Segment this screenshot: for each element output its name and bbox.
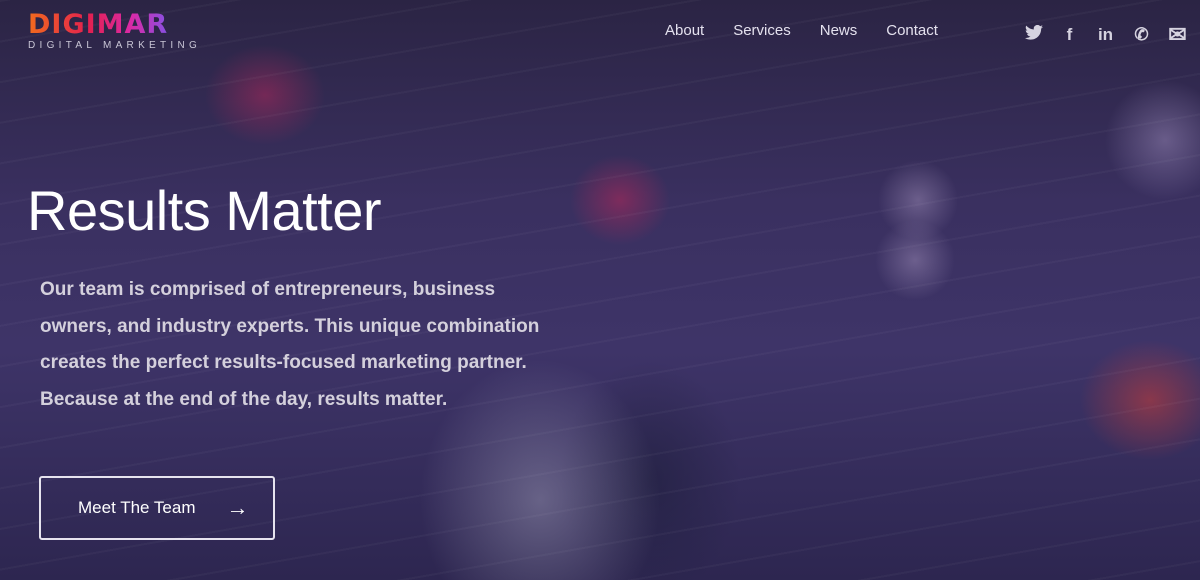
logo-name: DIGIMAR <box>28 11 201 39</box>
nav-about[interactable]: About <box>665 22 704 39</box>
nav-contact[interactable]: Contact <box>886 22 938 39</box>
linkedin-icon[interactable]: in <box>1096 25 1115 45</box>
envelope-icon[interactable]: ✉ <box>1168 22 1187 48</box>
button-label: Meet The Team <box>78 498 196 517</box>
meet-the-team-button[interactable]: Meet The Team → <box>39 476 275 540</box>
hero-text: Our team is comprised of entrepreneurs, … <box>40 279 540 410</box>
hero-section: DIGIMAR DIGITAL MARKETING About Services… <box>0 0 1200 580</box>
twitter-icon[interactable] <box>1024 24 1043 45</box>
nav-news[interactable]: News <box>820 22 858 39</box>
facebook-icon[interactable]: f <box>1060 25 1079 45</box>
arrow-right-icon: → <box>226 495 249 520</box>
nav-services[interactable]: Services <box>733 22 791 39</box>
main-nav: About Services News Contact <box>665 22 938 39</box>
hero-title: Results Matter <box>27 179 382 242</box>
logo[interactable]: DIGIMAR DIGITAL MARKETING <box>28 11 202 52</box>
phone-icon[interactable]: ✆ <box>1132 25 1151 45</box>
logo-tagline: DIGITAL MARKETING <box>28 40 202 51</box>
social-links: f in ✆ ✉ <box>1024 22 1187 48</box>
